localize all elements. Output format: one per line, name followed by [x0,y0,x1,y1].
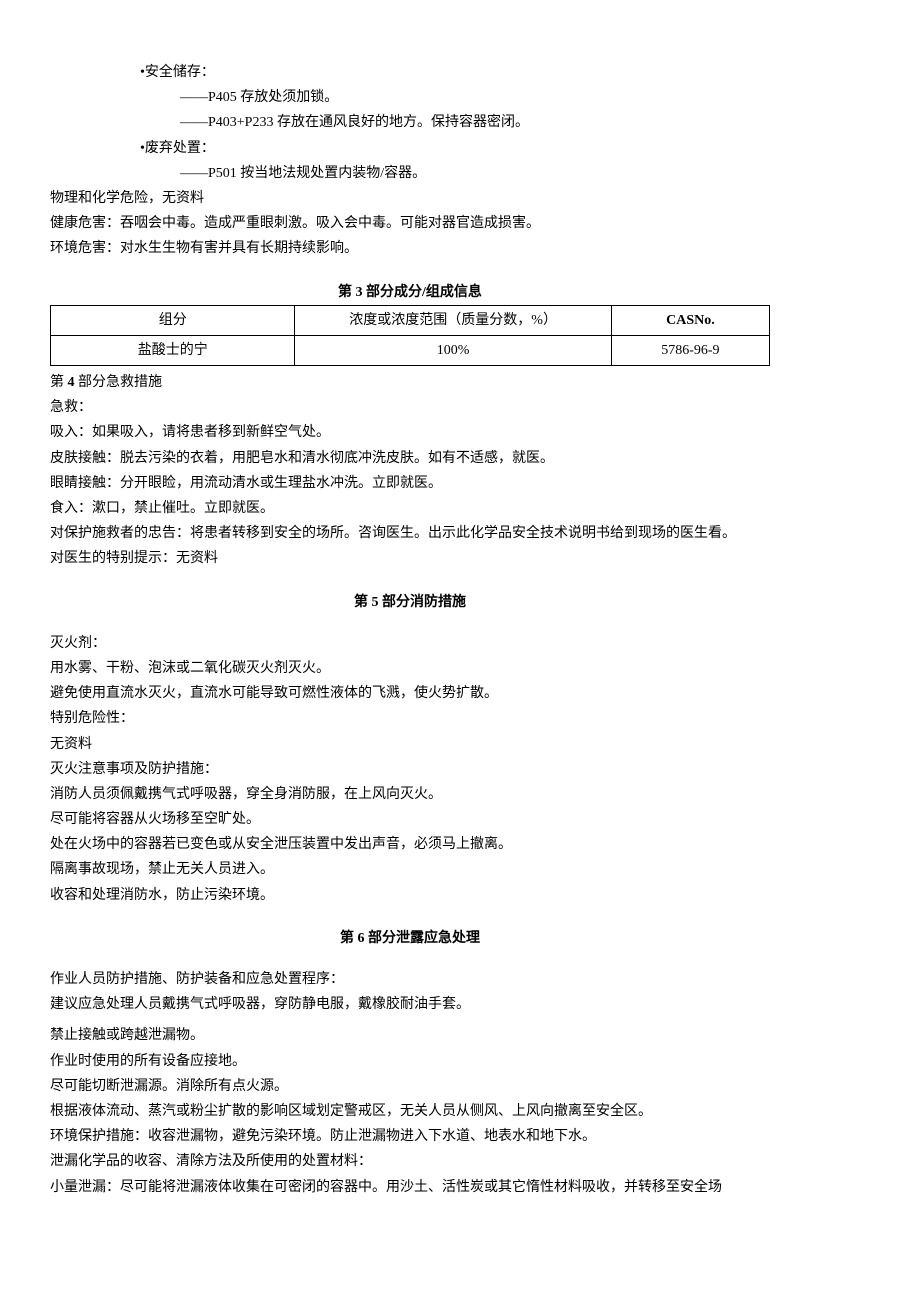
storage-p405: ——P405 存放处须加锁。 [50,85,770,110]
storage-p403-p233: ——P403+P233 存放在通风良好的地方。保持容器密闭。 [50,110,770,135]
extinguisher-avoid: 避免使用直流水灭火，直流水可能导致可燃性液体的飞溅，使火势扩散。 [50,681,770,706]
spill-p3: 作业时使用的所有设备应接地。 [50,1049,770,1074]
first-aid-skin: 皮肤接触：脱去污染的衣着，用肥皂水和清水彻底冲洗皮肤。如有不适感，就医。 [50,446,770,471]
first-aid-label: 急救： [50,395,770,420]
composition-table: 组分 浓度或浓度范围（质量分数，%） CASNo. 盐酸士的宁 100% 578… [50,305,770,366]
disposal-heading: •废弃处置： [50,136,770,161]
extinguisher-label: 灭火剂： [50,631,770,656]
hazard-health: 健康危害：吞咽会中毒。造成严重眼刺激。吸入会中毒。可能对器官造成损害。 [50,211,770,236]
col-component: 组分 [51,305,295,335]
cell-concentration: 100% [295,335,611,365]
section-5-title: 第 5 部分消防措施 [50,590,770,615]
section-3-title: 第 3 部分成分/组成信息 [50,280,770,305]
fire-p1: 消防人员须佩戴携气式呼吸器，穿全身消防服，在上风向灭火。 [50,782,770,807]
first-aid-eye: 眼睛接触：分开眼睑，用流动清水或生理盐水冲洗。立即就医。 [50,471,770,496]
extinguisher-text: 用水雾、干粉、泡沫或二氧化碳灭火剂灭火。 [50,656,770,681]
hazard-physical: 物理和化学危险，无资料 [50,186,770,211]
cell-cas: 5786-96-9 [611,335,769,365]
cell-component: 盐酸士的宁 [51,335,295,365]
section-4-title: 第 4 部分急救措施 [50,370,770,395]
fire-p2: 尽可能将容器从火场移至空旷处。 [50,807,770,832]
spill-p5: 根据液体流动、蒸汽或粉尘扩散的影响区域划定警戒区，无关人员从侧风、上风向撤离至安… [50,1099,770,1124]
section-6-title: 第 6 部分泄露应急处理 [50,926,770,951]
fire-p5: 收容和处理消防水，防止污染环境。 [50,883,770,908]
personnel-label: 作业人员防护措施、防护装备和应急处置程序： [50,967,770,992]
first-aid-ingestion: 食入：漱口，禁止催吐。立即就医。 [50,496,770,521]
table-row: 盐酸士的宁 100% 5786-96-9 [51,335,770,365]
spill-p2: 禁止接触或跨越泄漏物。 [50,1023,770,1048]
spill-env: 环境保护措施：收容泄漏物，避免污染环境。防止泄漏物进入下水道、地表水和地下水。 [50,1124,770,1149]
special-hazard-label: 特别危险性： [50,706,770,731]
cleanup-label: 泄漏化学品的收容、清除方法及所使用的处置材料： [50,1149,770,1174]
storage-heading: •安全储存： [50,60,770,85]
spill-p1: 建议应急处理人员戴携气式呼吸器，穿防静电服，戴橡胶耐油手套。 [50,992,770,1017]
fire-p3: 处在火场中的容器若已变色或从安全泄压装置中发出声音，必须马上撤离。 [50,832,770,857]
spill-p4: 尽可能切断泄漏源。消除所有点火源。 [50,1074,770,1099]
fire-precaution-label: 灭火注意事项及防护措施： [50,757,770,782]
first-aid-rescuer: 对保护施救者的忠告：将患者转移到安全的场所。咨询医生。出示此化学品安全技术说明书… [50,521,770,546]
hazard-environment: 环境危害：对水生生物有害并具有长期持续影响。 [50,236,770,261]
first-aid-doctor: 对医生的特别提示：无资料 [50,546,770,571]
col-concentration: 浓度或浓度范围（质量分数，%） [295,305,611,335]
small-spill: 小量泄漏：尽可能将泄漏液体收集在可密闭的容器中。用沙土、活性炭或其它惰性材料吸收… [50,1175,770,1200]
disposal-p501: ——P501 按当地法规处置内装物/容器。 [50,161,770,186]
col-cas: CASNo. [611,305,769,335]
table-header-row: 组分 浓度或浓度范围（质量分数，%） CASNo. [51,305,770,335]
first-aid-inhalation: 吸入：如果吸入，请将患者移到新鲜空气处。 [50,420,770,445]
special-hazard-text: 无资料 [50,732,770,757]
fire-p4: 隔离事故现场，禁止无关人员进入。 [50,857,770,882]
